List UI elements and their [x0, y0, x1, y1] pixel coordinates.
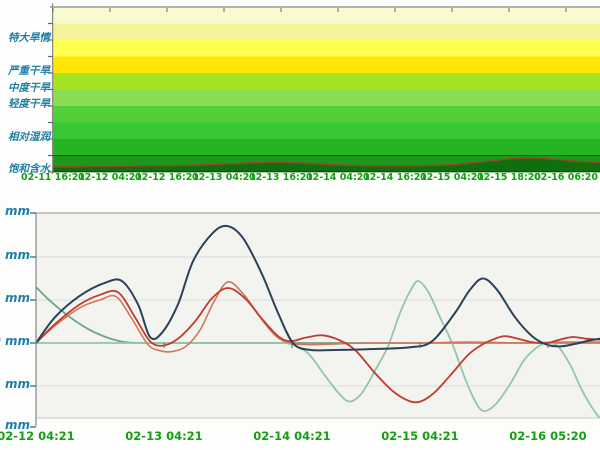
moisture-change-chart[interactable] — [0, 0, 600, 450]
soil-moisture-dashboard: { "page": { "background": "#FDFDFB" }, "… — [0, 0, 600, 450]
moisture-lines-canvas — [0, 0, 600, 450]
